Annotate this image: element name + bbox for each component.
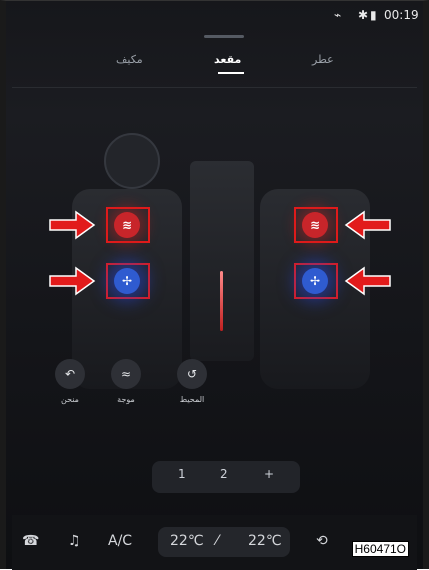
drag-handle[interactable] xyxy=(204,35,244,38)
rear-seat-controls: 1 2 + xyxy=(152,461,300,493)
temp-left[interactable]: 22℃ xyxy=(170,533,204,549)
ambient-icon: ↺ xyxy=(177,359,207,389)
screen-frame: ⌁ ✱ ▮ 00:19 عطر مقعد مكيف ≋ ✢ ≋ ✢ ↶ منحن… xyxy=(0,0,429,570)
driver-heat-highlight: ≋ xyxy=(106,207,150,243)
signal-icon: ▮ xyxy=(370,8,377,22)
steering-wheel xyxy=(104,133,160,189)
clock: 00:19 xyxy=(384,8,419,22)
temp-right[interactable]: 22℃ xyxy=(248,533,282,549)
driver-seat-heat-button[interactable]: ≋ xyxy=(114,212,140,238)
ac-button[interactable]: A/C xyxy=(108,533,132,549)
left-arrow-icon xyxy=(344,210,391,240)
driver-seat-vent-button[interactable]: ✢ xyxy=(114,268,140,294)
heat-icon: ≋ xyxy=(121,218,133,232)
wave-icon: ≈ xyxy=(111,359,141,389)
bluetooth-icon: ✱ xyxy=(358,8,369,22)
passenger-vent-highlight: ✢ xyxy=(294,263,338,299)
fan-speed-icon[interactable]: ⁄ xyxy=(216,533,218,549)
ambient-light-strip xyxy=(220,271,223,331)
seat-scene: ≋ ✢ ≋ ✢ ↶ منحن ≈ موجة ↺ المحيط xyxy=(12,89,429,509)
fan-icon: ✢ xyxy=(121,274,133,288)
driver-vent-highlight: ✢ xyxy=(106,263,150,299)
tab-fragrance[interactable]: عطر xyxy=(312,53,334,66)
right-arrow-icon xyxy=(49,210,96,240)
tab-bar: عطر مقعد مكيف xyxy=(12,53,417,75)
mode-label: موجة xyxy=(117,395,135,404)
center-console xyxy=(190,161,254,361)
passenger-seat-vent-button[interactable]: ✢ xyxy=(302,268,328,294)
passenger-heat-highlight: ≋ xyxy=(294,207,338,243)
tab-seat[interactable]: مقعد xyxy=(214,53,241,66)
heat-icon: ≋ xyxy=(309,218,321,232)
usb-icon: ⌁ xyxy=(334,8,342,22)
left-arrow-icon xyxy=(344,266,391,296)
divider xyxy=(12,87,417,88)
fan-icon: ✢ xyxy=(309,274,321,288)
mode-wave[interactable]: ≈ موجة xyxy=(104,359,148,404)
mode-label: المحيط xyxy=(179,395,205,404)
recirculation-icon[interactable]: ⟲ xyxy=(316,533,328,549)
mode-ambient[interactable]: ↺ المحيط xyxy=(170,359,214,404)
right-arrow-icon xyxy=(49,266,96,296)
music-icon[interactable]: ♫ xyxy=(68,533,81,549)
mode-curve[interactable]: ↶ منحن xyxy=(48,359,92,404)
mode-label: منحن xyxy=(61,395,79,404)
active-tab-indicator xyxy=(218,72,244,74)
rear-seat-plus-button[interactable]: + xyxy=(264,467,274,481)
passenger-seat-heat-button[interactable]: ≋ xyxy=(302,212,328,238)
bottom-bar: ☎ ♫ A/C 22℃ ⁄ 22℃ ⟲ H60471O xyxy=(12,515,417,570)
tab-ac[interactable]: مكيف xyxy=(116,53,143,66)
rear-seat-1-button[interactable]: 1 xyxy=(178,467,186,481)
phone-icon[interactable]: ☎ xyxy=(22,533,39,549)
rear-seat-2-button[interactable]: 2 xyxy=(220,467,228,481)
temperature-control: 22℃ ⁄ 22℃ xyxy=(158,527,290,557)
watermark: H60471O xyxy=(351,541,409,557)
status-bar: ⌁ ✱ ▮ 00:19 xyxy=(12,1,419,31)
curve-icon: ↶ xyxy=(55,359,85,389)
